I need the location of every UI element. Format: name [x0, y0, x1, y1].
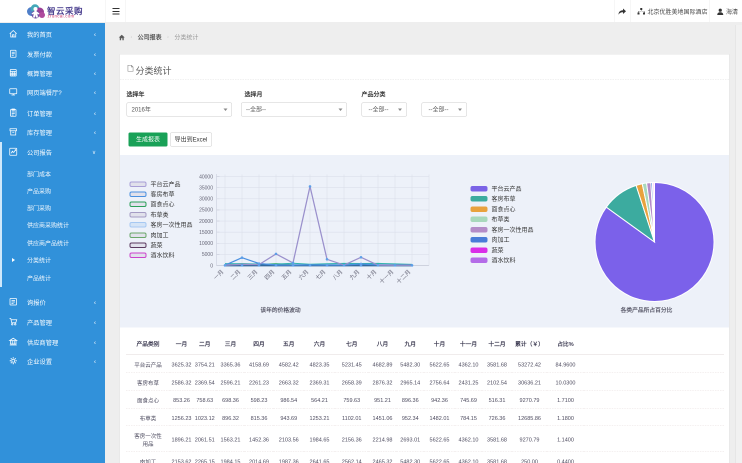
- svg-text:六月: 六月: [297, 268, 311, 282]
- svg-text:20000: 20000: [199, 219, 213, 225]
- svg-text:十二月: 十二月: [395, 268, 413, 286]
- svg-text:十月: 十月: [365, 268, 379, 282]
- svg-text:35000: 35000: [199, 185, 213, 191]
- svg-text:5000: 5000: [202, 252, 213, 258]
- svg-text:10000: 10000: [199, 241, 213, 247]
- svg-text:五月: 五月: [280, 268, 293, 281]
- svg-text:三月: 三月: [246, 268, 259, 281]
- svg-text:30000: 30000: [199, 197, 213, 203]
- svg-text:七月: 七月: [314, 268, 328, 282]
- svg-text:一月: 一月: [212, 268, 225, 281]
- svg-text:十一月: 十一月: [378, 268, 396, 286]
- svg-text:15000: 15000: [199, 230, 213, 236]
- svg-text:八月: 八月: [331, 268, 344, 281]
- svg-text:二月: 二月: [229, 268, 242, 281]
- svg-text:40000: 40000: [199, 174, 213, 180]
- svg-text:九月: 九月: [348, 268, 362, 282]
- svg-text:0: 0: [210, 263, 213, 269]
- svg-text:25000: 25000: [199, 208, 213, 214]
- svg-text:四月: 四月: [263, 268, 276, 281]
